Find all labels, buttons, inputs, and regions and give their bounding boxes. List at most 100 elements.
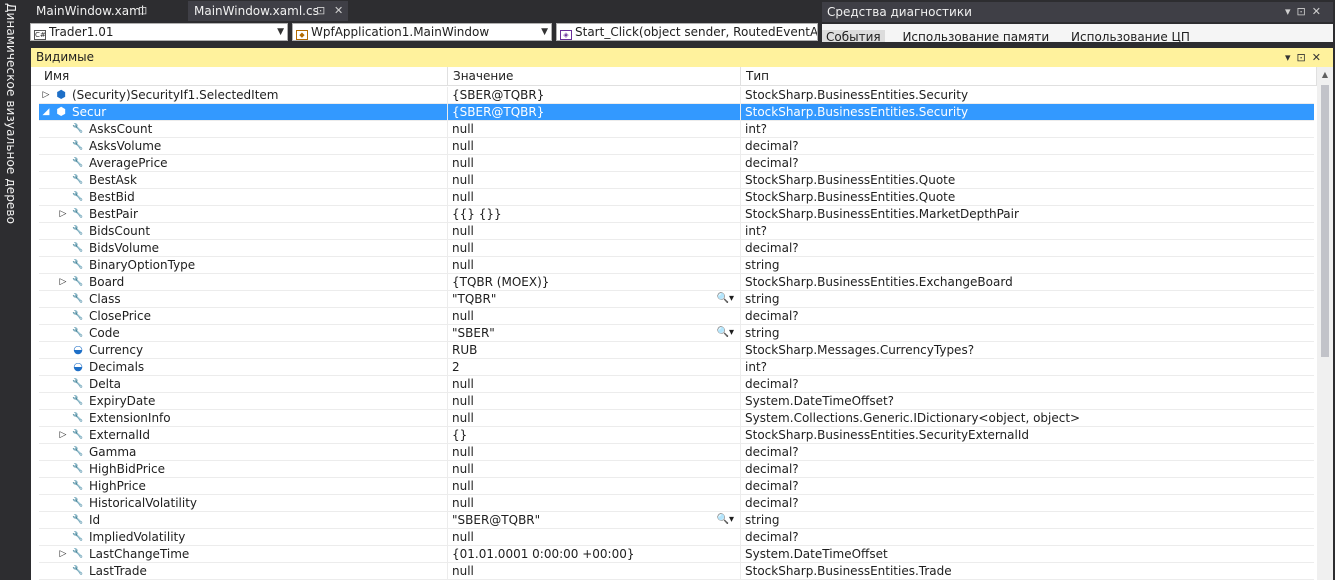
value-cell[interactable]: null — [448, 308, 741, 324]
scrollbar-thumb[interactable] — [1321, 85, 1329, 357]
value-cell[interactable]: null — [448, 138, 741, 154]
row-name: ClosePrice — [89, 309, 151, 323]
row-value: null — [452, 564, 474, 578]
value-cell[interactable]: null — [448, 478, 741, 494]
value-cell[interactable]: {} — [448, 427, 741, 443]
type-cell: StockSharp.Messages.CurrencyTypes? — [745, 343, 975, 357]
tab-memory-usage[interactable]: Использование памяти — [898, 30, 1053, 42]
value-cell[interactable]: null — [448, 495, 741, 511]
value-cell[interactable]: null — [448, 121, 741, 137]
tab-events[interactable]: События — [822, 30, 885, 42]
tab-mainwindow-xaml-cs[interactable]: MainWindow.xaml.cs ⊡ ✕ — [188, 1, 348, 21]
pin-icon[interactable]: ⊡ — [138, 1, 147, 21]
table-row[interactable]: ◒ Decimals 2 int? — [39, 359, 1314, 376]
window-controls[interactable]: ▾⊡✕ — [1285, 48, 1327, 67]
visualizer-search-icon[interactable]: 🔍▾ — [717, 512, 734, 528]
table-row[interactable]: 🔧 Class "TQBR" 🔍▾ string — [39, 291, 1314, 308]
table-row[interactable]: 🔧 BestAsk null StockSharp.BusinessEntities.… — [39, 172, 1314, 189]
table-row[interactable]: 🔧 ImpliedVolatility null decimal? — [39, 529, 1314, 546]
value-cell[interactable]: null — [448, 172, 741, 188]
value-cell[interactable]: {TQBR (MOEX)} — [448, 274, 741, 290]
value-cell[interactable]: {SBER@TQBR} — [448, 87, 741, 103]
expand-arrow-icon[interactable]: ▷ — [41, 87, 51, 103]
value-cell[interactable]: null — [448, 393, 741, 409]
value-cell[interactable]: "TQBR" 🔍▾ — [448, 291, 741, 307]
vertical-scrollbar[interactable]: ▲ — [1317, 67, 1333, 580]
table-row[interactable]: 🔧 HighBidPrice null decimal? — [39, 461, 1314, 478]
property-icon: 🔧 — [72, 209, 84, 219]
value-cell[interactable]: null — [448, 257, 741, 273]
value-cell[interactable]: RUB — [448, 342, 741, 358]
table-row[interactable]: 🔧 BinaryOptionType null string — [39, 257, 1314, 274]
value-cell[interactable]: null — [448, 563, 741, 579]
table-row[interactable]: 🔧 BestBid null StockSharp.BusinessEntities.… — [39, 189, 1314, 206]
class-dropdown[interactable]: ◆ WpfApplication1.MainWindow ▼ — [292, 23, 552, 41]
close-icon[interactable]: ✕ — [334, 1, 343, 21]
value-cell[interactable]: null — [448, 223, 741, 239]
value-cell[interactable]: 2 — [448, 359, 741, 375]
property-icon: 🔧 — [72, 447, 84, 457]
table-row[interactable]: ◢ ⬢ Secur {SBER@TQBR} StockSharp.BusinessEnt… — [39, 104, 1314, 121]
expand-arrow-icon[interactable]: ▷ — [58, 274, 68, 290]
tab-mainwindow-xaml[interactable]: MainWindow.xaml ⊡ — [30, 1, 185, 21]
type-cell: decimal? — [745, 445, 799, 459]
expand-arrow-icon[interactable]: ▷ — [58, 546, 68, 562]
table-row[interactable]: 🔧 LastTrade null StockSharp.BusinessEntitie… — [39, 563, 1314, 580]
table-row[interactable]: 🔧 ClosePrice null decimal? — [39, 308, 1314, 325]
table-row[interactable]: 🔧 AveragePrice null decimal? — [39, 155, 1314, 172]
property-icon: 🔧 — [72, 379, 84, 389]
name-cell: 🔧 BidsCount — [39, 223, 448, 239]
value-cell[interactable]: {{} {}} — [448, 206, 741, 222]
value-cell[interactable]: {01.01.0001 0:00:00 +00:00} — [448, 546, 741, 562]
table-row[interactable]: 🔧 HighPrice null decimal? — [39, 478, 1314, 495]
value-cell[interactable]: {SBER@TQBR} — [448, 104, 741, 120]
table-row[interactable]: 🔧 ExpiryDate null System.DateTimeOffset? — [39, 393, 1314, 410]
table-row[interactable]: ▷ 🔧 BestPair {{} {}} StockSharp.BusinessEnti… — [39, 206, 1314, 223]
value-cell[interactable]: null — [448, 410, 741, 426]
table-row[interactable]: 🔧 Id "SBER@TQBR" 🔍▾ string — [39, 512, 1314, 529]
value-cell[interactable]: null — [448, 376, 741, 392]
value-cell[interactable]: "SBER" 🔍▾ — [448, 325, 741, 341]
row-name: ExpiryDate — [89, 394, 156, 408]
value-cell[interactable]: null — [448, 529, 741, 545]
scroll-up-icon[interactable]: ▲ — [1317, 67, 1333, 83]
table-row[interactable]: 🔧 AsksVolume null decimal? — [39, 138, 1314, 155]
project-dropdown[interactable]: C# Trader1.01 ▼ — [30, 23, 288, 41]
table-row[interactable]: ▷ 🔧 Board {TQBR (MOEX)} StockSharp.BusinessE… — [39, 274, 1314, 291]
member-dropdown[interactable]: ◈ Start_Click(object sender, RoutedEventA… — [556, 23, 818, 41]
tab-cpu-usage[interactable]: Использование ЦП — [1067, 30, 1194, 42]
table-row[interactable]: 🔧 Delta null decimal? — [39, 376, 1314, 393]
visualizer-search-icon[interactable]: 🔍▾ — [717, 325, 734, 341]
column-type[interactable]: Тип — [741, 67, 1317, 85]
row-name: BestAsk — [89, 173, 137, 187]
value-cell[interactable]: null — [448, 444, 741, 460]
table-row[interactable]: 🔧 HistoricalVolatility null decimal? — [39, 495, 1314, 512]
collapse-arrow-icon[interactable]: ◢ — [41, 104, 51, 120]
value-cell[interactable]: "SBER@TQBR" 🔍▾ — [448, 512, 741, 528]
diagnostic-tools-title: Средства диагностики — [827, 5, 972, 19]
value-cell[interactable]: null — [448, 240, 741, 256]
member-name: Start_Click(object sender, RoutedEventAr… — [575, 25, 818, 39]
table-row[interactable]: 🔧 BidsVolume null decimal? — [39, 240, 1314, 257]
table-row[interactable]: ◒ Currency RUB StockSharp.Messages.Currency… — [39, 342, 1314, 359]
column-value[interactable]: Значение — [448, 67, 741, 85]
value-cell[interactable]: null — [448, 189, 741, 205]
table-row[interactable]: ▷ ⬢ (Security)SecurityIf1.SelectedItem {SBE… — [39, 87, 1314, 104]
pin-icon[interactable]: ⊡ — [316, 1, 325, 21]
table-row[interactable]: 🔧 ExtensionInfo null System.Collections.Gen… — [39, 410, 1314, 427]
table-row[interactable]: ▷ 🔧 LastChangeTime {01.01.0001 0:00:00 +00:… — [39, 546, 1314, 563]
window-controls[interactable]: ▾⊡✕ — [1285, 2, 1327, 22]
expand-arrow-icon[interactable]: ▷ — [58, 427, 68, 443]
value-cell[interactable]: null — [448, 155, 741, 171]
column-name[interactable]: Имя — [39, 67, 448, 85]
table-row[interactable]: 🔧 Gamma null decimal? — [39, 444, 1314, 461]
dynamic-visual-tree-sidebar[interactable]: Динамическое визуальное дерево — [0, 0, 30, 580]
expand-arrow-icon[interactable]: ▷ — [58, 206, 68, 222]
property-icon: 🔧 — [72, 158, 84, 168]
table-row[interactable]: ▷ 🔧 ExternalId {} StockSharp.BusinessEntitie… — [39, 427, 1314, 444]
visualizer-search-icon[interactable]: 🔍▾ — [717, 291, 734, 307]
table-row[interactable]: 🔧 BidsCount null int? — [39, 223, 1314, 240]
value-cell[interactable]: null — [448, 461, 741, 477]
table-row[interactable]: 🔧 AsksCount null int? — [39, 121, 1314, 138]
table-row[interactable]: 🔧 Code "SBER" 🔍▾ string — [39, 325, 1314, 342]
